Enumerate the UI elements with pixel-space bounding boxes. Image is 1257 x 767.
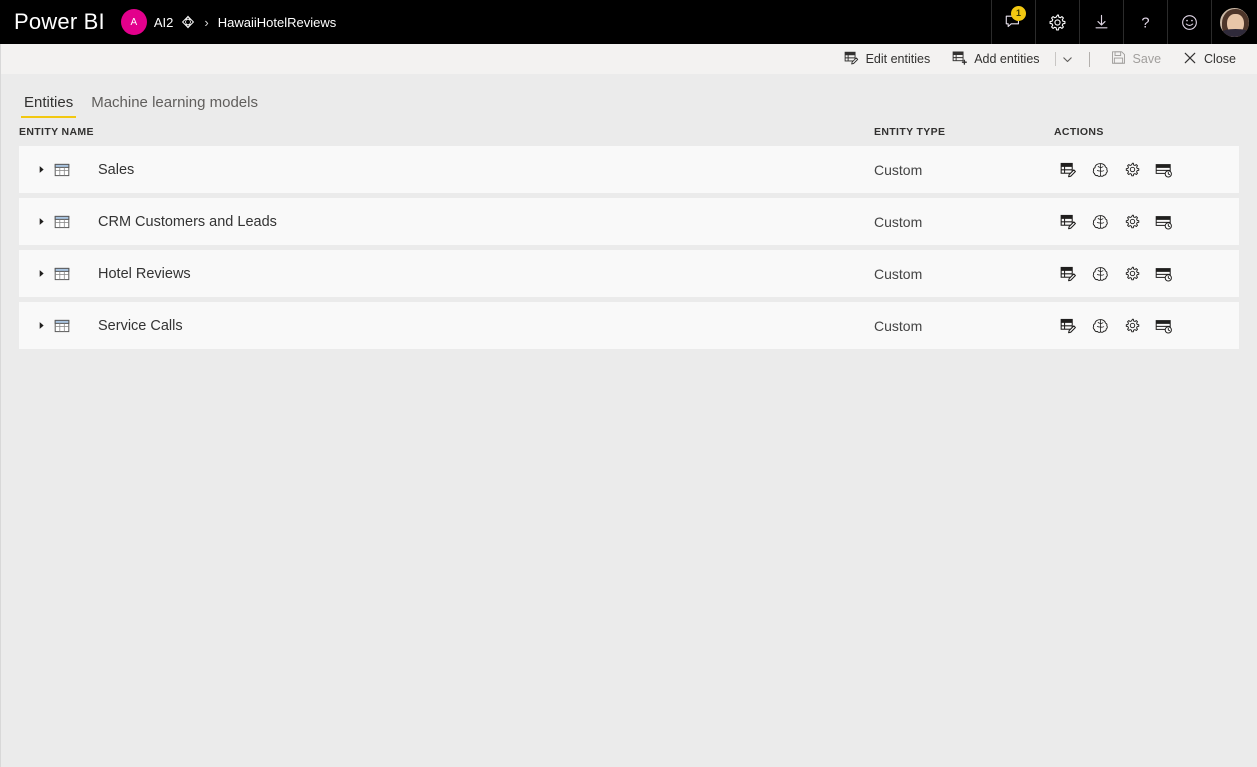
diamond-icon <box>180 15 195 30</box>
notifications-icon[interactable]: 1 <box>991 0 1035 44</box>
add-entities-button[interactable]: Add entities <box>941 44 1050 74</box>
close-icon <box>1183 51 1197 68</box>
expand-chevron-right-icon[interactable] <box>30 302 52 349</box>
edit-entity-icon[interactable] <box>1057 159 1079 181</box>
add-entities-icon <box>952 50 968 68</box>
entity-list: Sales Custom CRM Customers and Leads Cus… <box>1 146 1257 349</box>
entity-table-icon <box>52 266 72 282</box>
entity-type-value: Custom <box>874 161 923 178</box>
entity-type-value: Custom <box>874 265 923 282</box>
svg-text:?: ? <box>1141 15 1149 31</box>
close-button[interactable]: Close <box>1172 44 1247 74</box>
table-row[interactable]: Hotel Reviews Custom <box>19 250 1239 297</box>
column-header-entity-name: ENTITY NAME <box>19 126 94 138</box>
command-bar: Edit entities Add entities Save Close <box>0 44 1257 74</box>
entity-table-icon <box>52 162 72 178</box>
incremental-refresh-icon[interactable] <box>1153 263 1175 285</box>
table-row[interactable]: Sales Custom <box>19 146 1239 193</box>
add-entities-label: Add entities <box>974 52 1040 66</box>
power-bi-logo[interactable]: Power BI <box>0 0 121 44</box>
breadcrumb: A AI2 › HawaiiHotelReviews <box>120 9 337 35</box>
incremental-refresh-icon[interactable] <box>1153 315 1175 337</box>
top-navigation-bar: Power BI A AI2 › HawaiiHotelReviews 1 ? <box>0 0 1257 44</box>
entity-settings-gear-icon[interactable] <box>1121 211 1143 233</box>
edit-entities-label: Edit entities <box>865 52 931 66</box>
feedback-smiley-icon[interactable] <box>1167 0 1211 44</box>
edit-entity-icon[interactable] <box>1057 315 1079 337</box>
row-actions <box>1054 315 1239 337</box>
incremental-refresh-icon[interactable] <box>1153 159 1175 181</box>
entity-name-label: Sales <box>98 161 135 178</box>
table-row[interactable]: Service Calls Custom <box>19 302 1239 349</box>
tab-entities[interactable]: Entities <box>15 95 82 118</box>
edit-entity-icon[interactable] <box>1057 211 1079 233</box>
column-header-entity-type: ENTITY TYPE <box>874 126 946 138</box>
breadcrumb-separator: › <box>204 14 209 30</box>
add-entities-split-divider <box>1054 52 1056 66</box>
expand-chevron-right-icon[interactable] <box>30 146 52 193</box>
settings-gear-icon[interactable] <box>1035 0 1079 44</box>
expand-chevron-right-icon[interactable] <box>30 250 52 297</box>
entity-settings-gear-icon[interactable] <box>1121 263 1143 285</box>
apply-ml-model-icon[interactable] <box>1089 211 1111 233</box>
edit-entities-button[interactable]: Edit entities <box>833 44 942 74</box>
save-label: Save <box>1132 52 1162 66</box>
breadcrumb-workspace[interactable]: AI2 <box>154 15 174 30</box>
entity-settings-gear-icon[interactable] <box>1121 315 1143 337</box>
tab-strip: Entities Machine learning models <box>1 74 1257 118</box>
tab-machine-learning-models[interactable]: Machine learning models <box>82 95 267 118</box>
entity-name-cell: Service Calls <box>30 302 874 349</box>
save-button[interactable]: Save <box>1100 44 1173 74</box>
empty-canvas-area <box>1 349 1257 767</box>
entity-name-cell: CRM Customers and Leads <box>30 198 874 245</box>
edit-entities-icon <box>844 50 859 68</box>
content-pane: Entities Machine learning models ENTITY … <box>0 74 1257 767</box>
table-column-headers: ENTITY NAME ENTITY TYPE ACTIONS <box>1 118 1257 146</box>
edit-entity-icon[interactable] <box>1057 263 1079 285</box>
apply-ml-model-icon[interactable] <box>1089 159 1111 181</box>
column-header-actions: ACTIONS <box>1054 126 1104 138</box>
power-bi-app: Power BI A AI2 › HawaiiHotelReviews 1 ? … <box>0 0 1257 767</box>
add-entities-chevron-down-icon[interactable] <box>1057 44 1079 74</box>
user-avatar[interactable] <box>1211 0 1257 44</box>
help-question-icon[interactable]: ? <box>1123 0 1167 44</box>
entity-type-value: Custom <box>874 317 923 334</box>
entity-settings-gear-icon[interactable] <box>1121 159 1143 181</box>
row-actions <box>1054 211 1239 233</box>
command-bar-divider <box>1088 51 1090 67</box>
table-row[interactable]: CRM Customers and Leads Custom <box>19 198 1239 245</box>
apply-ml-model-icon[interactable] <box>1089 315 1111 337</box>
workspace-avatar[interactable]: A <box>120 9 147 35</box>
entity-name-cell: Hotel Reviews <box>30 250 874 297</box>
entity-name-cell: Sales <box>30 146 874 193</box>
row-actions <box>1054 159 1239 181</box>
close-label: Close <box>1204 52 1236 66</box>
entity-table-icon <box>52 318 72 334</box>
avatar-image <box>1219 6 1250 38</box>
download-icon[interactable] <box>1079 0 1123 44</box>
breadcrumb-dataflow[interactable]: HawaiiHotelReviews <box>218 15 337 30</box>
entity-name-label: Hotel Reviews <box>98 265 191 282</box>
entity-name-label: CRM Customers and Leads <box>98 213 277 230</box>
entity-table-icon <box>52 214 72 230</box>
notification-count-badge: 1 <box>1011 6 1026 21</box>
entity-type-value: Custom <box>874 213 923 230</box>
topbar-actions: 1 ? <box>991 0 1257 44</box>
row-actions <box>1054 263 1239 285</box>
incremental-refresh-icon[interactable] <box>1153 211 1175 233</box>
entity-name-label: Service Calls <box>98 317 183 334</box>
apply-ml-model-icon[interactable] <box>1089 263 1111 285</box>
save-disk-icon <box>1111 50 1126 68</box>
expand-chevron-right-icon[interactable] <box>30 198 52 245</box>
